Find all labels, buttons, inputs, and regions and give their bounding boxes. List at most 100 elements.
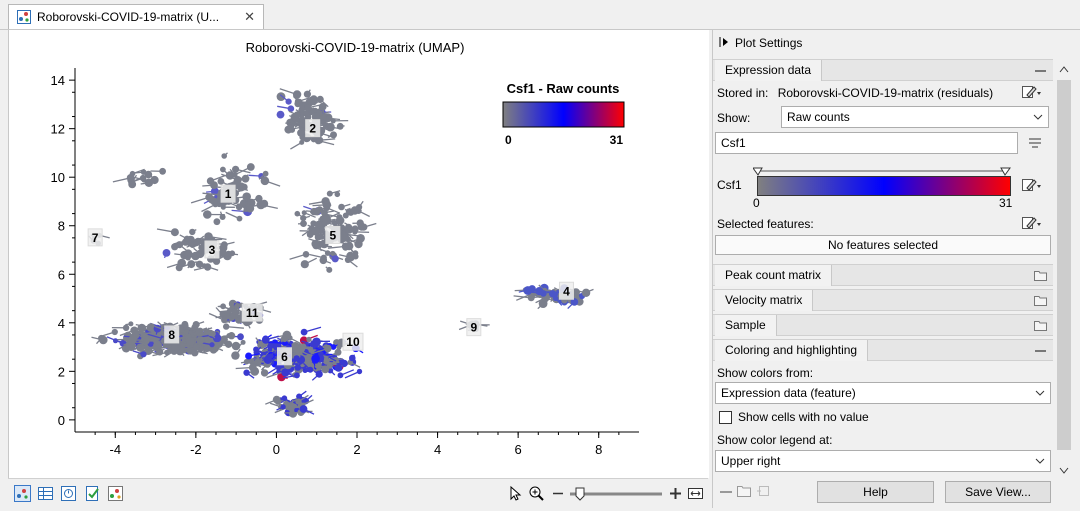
collapse-panel-icon[interactable] <box>719 36 729 51</box>
help-button[interactable]: Help <box>817 481 934 503</box>
cell-point <box>337 372 344 379</box>
collapse-section-icon[interactable] <box>1034 64 1047 76</box>
scroll-up-icon[interactable] <box>1059 62 1069 76</box>
edit-selected-features-icon[interactable] <box>1021 215 1043 234</box>
sample-tab[interactable]: Sample <box>715 315 777 336</box>
cell-point <box>192 321 200 328</box>
cell-point <box>281 336 288 343</box>
plot-settings-header[interactable]: Plot Settings <box>713 30 1055 56</box>
cell-point <box>319 256 328 265</box>
cluster-label: 1 <box>225 187 232 201</box>
cell-point <box>237 333 244 341</box>
cell-point <box>207 329 214 337</box>
gradient-bar[interactable] <box>757 176 1011 196</box>
editor-tab-title: Roborovski-COVID-19-matrix (U... <box>37 10 220 24</box>
cluster-label: 9 <box>470 321 477 335</box>
x-tick-label: -2 <box>190 442 202 457</box>
cell-point <box>324 250 331 256</box>
cell-point <box>334 348 342 356</box>
selected-features-label: Selected features: <box>717 217 814 231</box>
folder-icon[interactable] <box>1034 319 1047 331</box>
no-value-checkbox[interactable] <box>719 410 732 424</box>
cell-point <box>299 116 306 123</box>
cluster-label: 8 <box>168 328 175 342</box>
folder-icon[interactable] <box>1034 269 1047 281</box>
folder-icon[interactable] <box>737 484 751 500</box>
chevron-down-icon <box>1035 451 1045 479</box>
cell-point <box>234 303 240 310</box>
zoom-out-icon[interactable] <box>550 485 567 502</box>
legend-title: Csf1 - Raw counts <box>507 81 620 96</box>
section-velocity-matrix[interactable]: Velocity matrix <box>713 289 1053 311</box>
dock-icon[interactable] <box>757 484 771 500</box>
gradient-max: 31 <box>999 196 1013 210</box>
umap-scatter-plot[interactable]: Roborovski-COVID-19-matrix (UMAP) -4 -2 0 2… <box>9 30 709 478</box>
plot-area[interactable]: Roborovski-COVID-19-matrix (UMAP) -4 -2 0 2… <box>8 30 709 478</box>
x-tick-label: 2 <box>353 442 360 457</box>
edit-gradient-icon[interactable] <box>1021 177 1043 196</box>
x-tick-label: 6 <box>515 442 522 457</box>
cell-point <box>311 354 320 364</box>
annotation-view-icon[interactable] <box>84 485 101 502</box>
section-sample[interactable]: Sample <box>713 314 1053 336</box>
cell-point <box>231 308 239 315</box>
collapse-section-icon[interactable] <box>1034 344 1047 356</box>
select-pointer-icon[interactable] <box>507 485 524 502</box>
cell-point <box>113 338 118 344</box>
cell-point <box>193 343 200 351</box>
fit-width-icon[interactable] <box>687 485 704 502</box>
edit-stored-in-icon[interactable] <box>1021 84 1043 103</box>
zoom-in-icon[interactable] <box>667 485 684 502</box>
cell-point <box>276 110 285 119</box>
editor-tab[interactable]: Roborovski-COVID-19-matrix (U... ✕ <box>8 4 264 29</box>
cell-point <box>226 308 233 314</box>
save-view-button[interactable]: Save View... <box>945 481 1051 503</box>
alt-plot-view-icon[interactable] <box>107 485 124 502</box>
plot-view-icon[interactable] <box>14 485 31 502</box>
show-colors-dropdown[interactable]: Expression data (feature) <box>715 382 1051 404</box>
no-value-checkbox-row[interactable]: Show cells with no value <box>719 410 869 424</box>
cell-point <box>326 190 333 197</box>
cell-point <box>316 95 324 103</box>
history-view-icon[interactable] <box>60 485 77 502</box>
expression-data-tab[interactable]: Expression data <box>715 60 823 81</box>
legend-position-value: Upper right <box>721 454 781 468</box>
cell-point <box>528 285 536 293</box>
cell-point <box>335 216 345 225</box>
cell-point <box>226 333 232 339</box>
cell-point <box>581 288 591 297</box>
feature-options-icon[interactable] <box>1028 137 1042 152</box>
legend-position-dropdown[interactable]: Upper right <box>715 450 1051 472</box>
zoom-slider[interactable] <box>570 485 662 502</box>
cluster-label: 7 <box>92 231 99 245</box>
folder-icon[interactable] <box>1034 294 1047 306</box>
minimize-icon[interactable] <box>719 485 733 500</box>
cell-point <box>295 98 303 106</box>
table-view-icon[interactable] <box>37 485 54 502</box>
coloring-tab[interactable]: Coloring and highlighting <box>715 340 869 361</box>
cell-point <box>186 337 195 346</box>
zoom-icon[interactable] <box>528 485 545 502</box>
x-tick-label: 4 <box>434 442 441 457</box>
close-tab-icon[interactable]: ✕ <box>244 9 255 25</box>
scroll-down-icon[interactable] <box>1059 464 1069 478</box>
legend-min: 0 <box>505 133 512 147</box>
settings-scrollbar[interactable] <box>1056 58 1072 478</box>
cell-point <box>330 131 337 139</box>
selected-features-list[interactable]: No features selected <box>715 235 1051 255</box>
cell-point <box>331 255 339 263</box>
cell-point <box>175 264 183 272</box>
show-dropdown[interactable]: Raw counts <box>781 106 1049 128</box>
section-coloring[interactable]: Coloring and highlighting <box>713 339 1053 361</box>
feature-search-input[interactable]: Csf1 <box>715 132 1018 154</box>
cell-point <box>240 339 246 345</box>
section-expression-data[interactable]: Expression data <box>713 59 1053 81</box>
peak-count-matrix-tab[interactable]: Peak count matrix <box>715 265 833 286</box>
velocity-matrix-tab[interactable]: Velocity matrix <box>715 290 814 311</box>
y-tick-label: 4 <box>58 316 65 331</box>
scrollbar-thumb[interactable] <box>1057 80 1071 450</box>
cell-point <box>99 335 108 345</box>
cell-point <box>111 328 118 336</box>
section-peak-count-matrix[interactable]: Peak count matrix <box>713 264 1053 286</box>
legend-gradient-bar <box>502 101 625 128</box>
